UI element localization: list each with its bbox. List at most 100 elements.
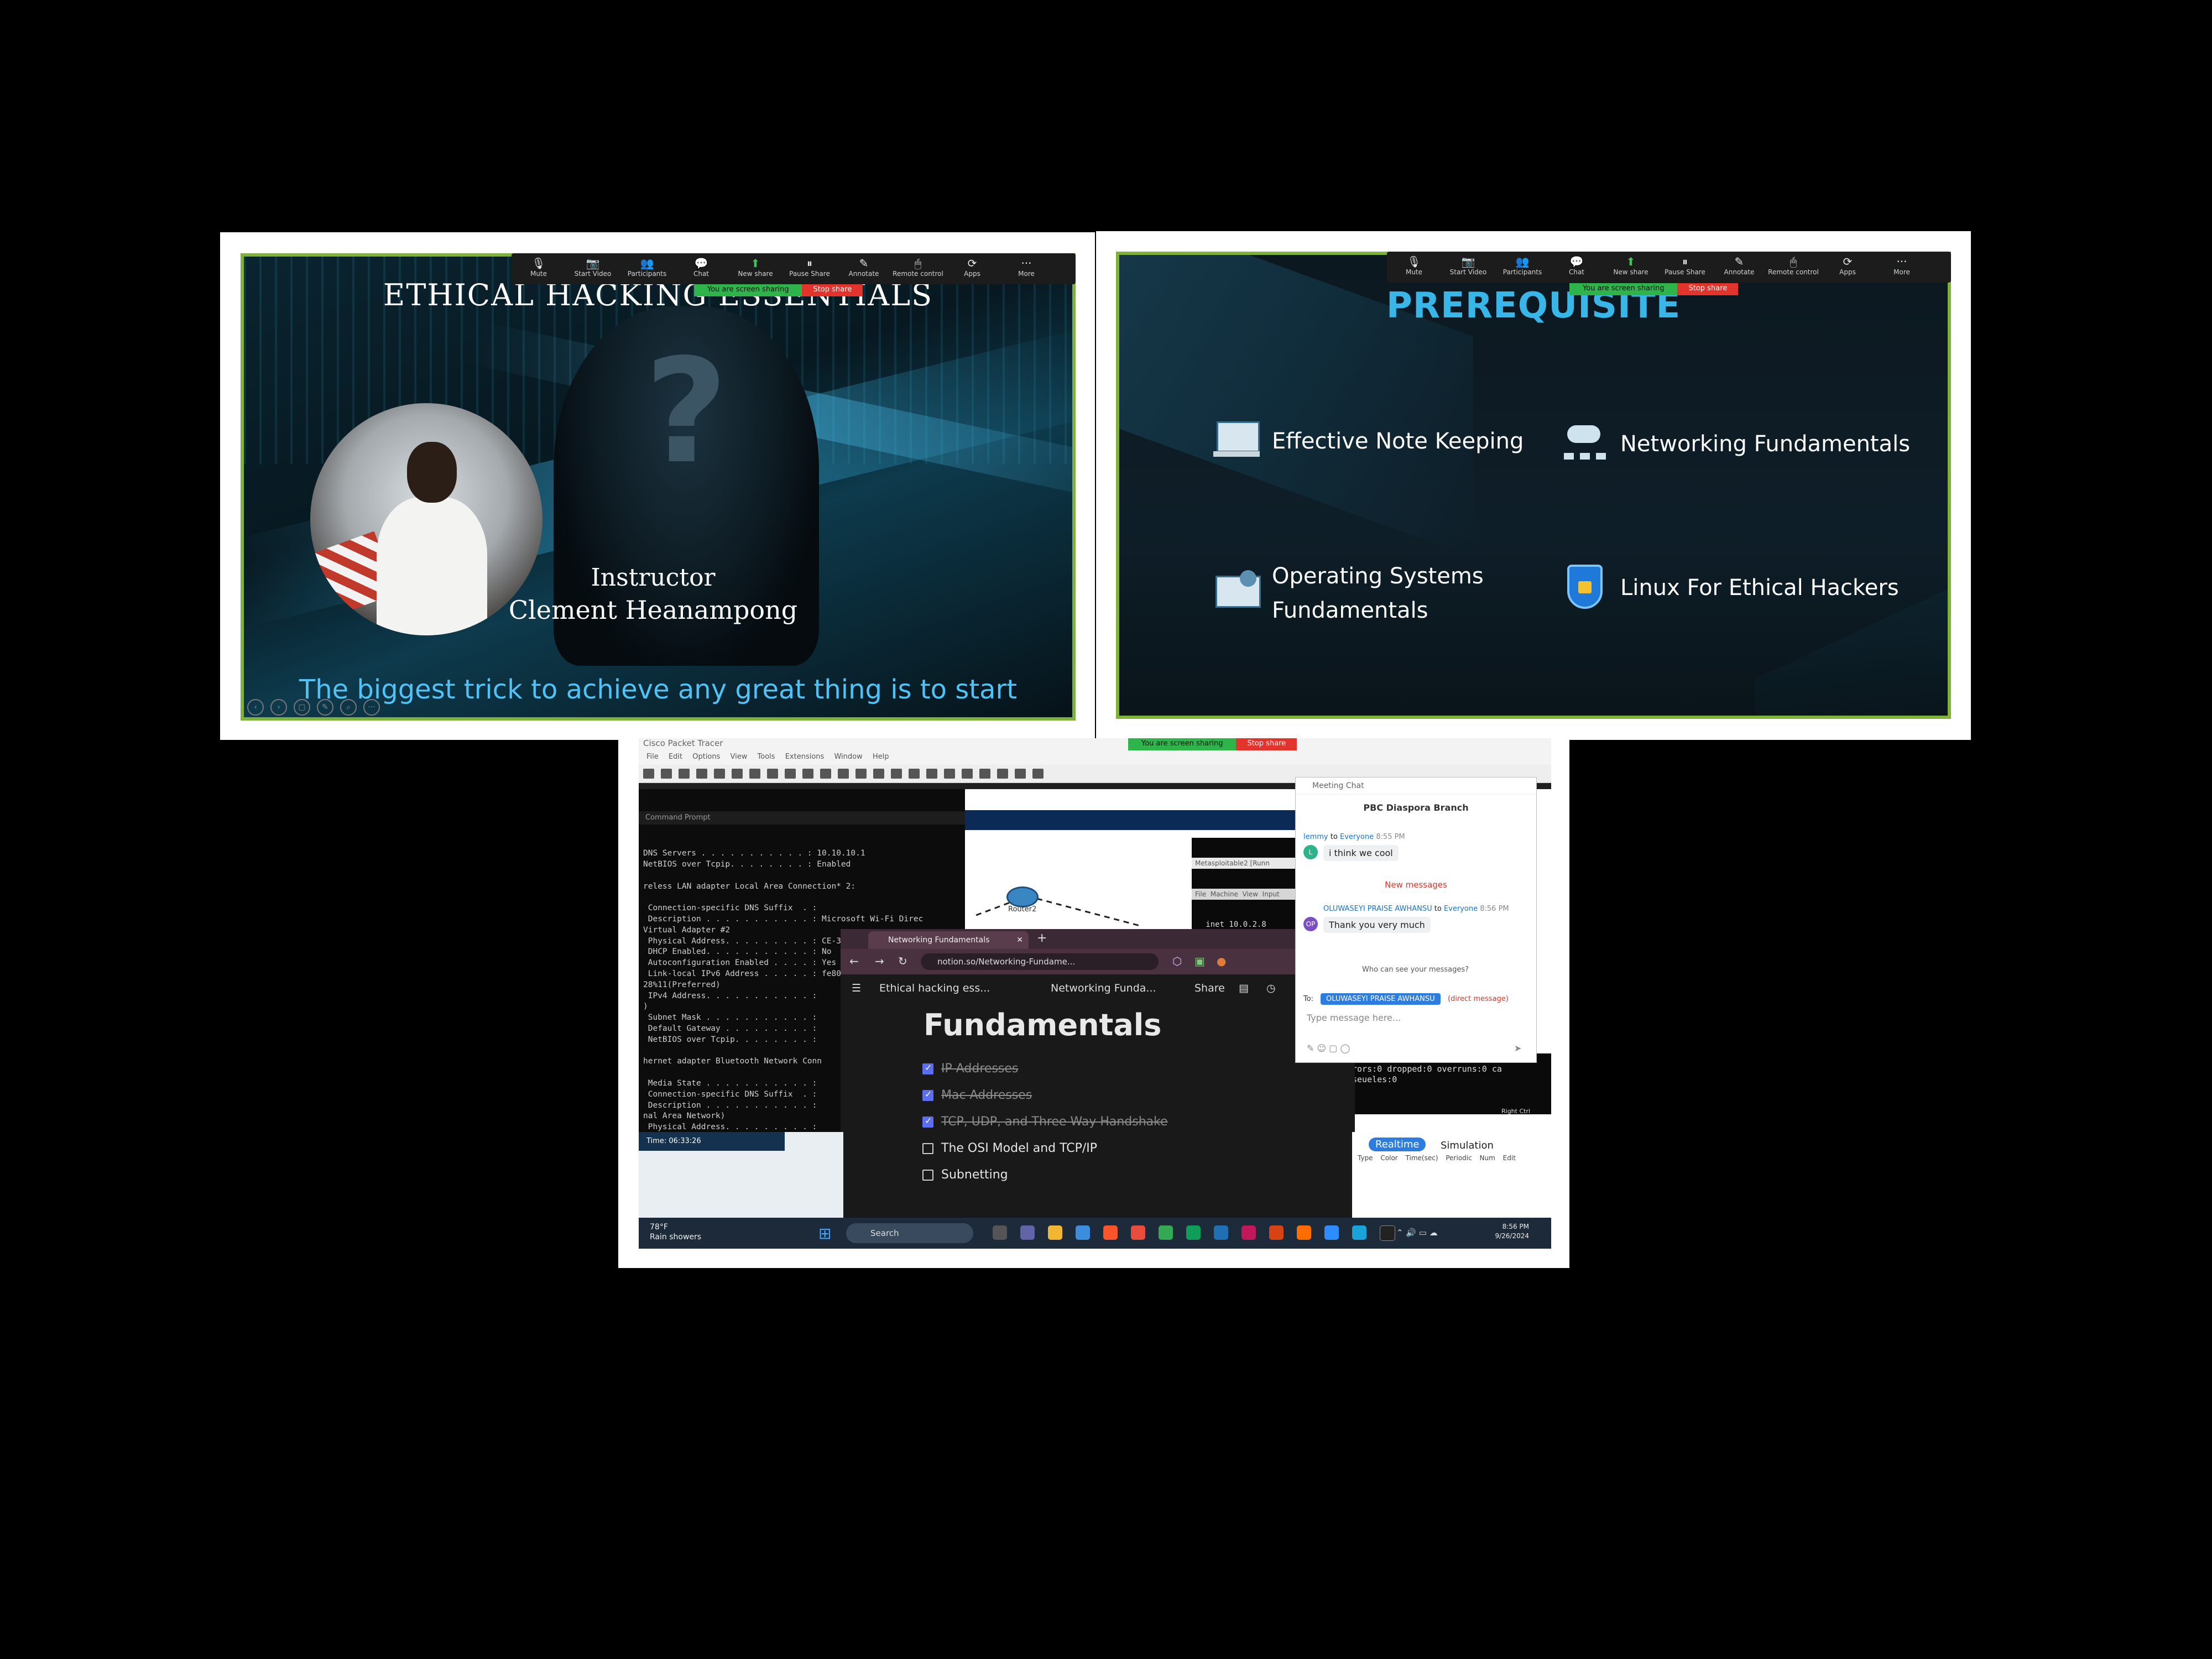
store-icon[interactable]: [1076, 1225, 1090, 1240]
participants-button[interactable]: 👥 Participants: [620, 253, 674, 284]
apps-button[interactable]: ⟳ Apps: [1820, 252, 1875, 283]
zoom-icon[interactable]: [1324, 1225, 1339, 1240]
chat-button[interactable]: 💬 Chat: [674, 253, 728, 284]
pen-icon[interactable]: ✎: [317, 699, 333, 716]
remote-control-button[interactable]: 🖱 Remote control: [891, 253, 945, 284]
tab-networking-fundamentals[interactable]: Networking Fundamentals ✕: [868, 931, 1029, 949]
router-device[interactable]: [1006, 886, 1039, 907]
tool-icon[interactable]: [962, 769, 973, 779]
menu-extensions[interactable]: Extensions: [785, 753, 825, 761]
taskview-icon[interactable]: [993, 1225, 1007, 1240]
share-button[interactable]: Share: [1194, 982, 1225, 994]
menu-icon[interactable]: ☰: [852, 982, 861, 994]
app-icon[interactable]: [1352, 1225, 1366, 1240]
send-icon[interactable]: ➤: [1514, 1043, 1521, 1053]
annotate-button[interactable]: ✎ Annotate: [1712, 252, 1766, 283]
tool-icon[interactable]: [944, 769, 955, 779]
menu-tools[interactable]: Tools: [758, 753, 775, 761]
menu-options[interactable]: Options: [692, 753, 720, 761]
comment-icon[interactable]: ▤: [1239, 982, 1249, 994]
tool-icon[interactable]: [820, 769, 831, 779]
todo-item[interactable]: TCP, UDP, and Three-Way Handshake: [922, 1115, 1168, 1129]
taskbar-search[interactable]: Search: [846, 1223, 973, 1243]
tool-icon[interactable]: [997, 769, 1008, 779]
clock[interactable]: 8:56 PM 9/26/2024: [1495, 1222, 1529, 1241]
back-icon[interactable]: ←: [849, 954, 859, 968]
apps-button[interactable]: ⟳ Apps: [945, 253, 999, 284]
realtime-button[interactable]: Realtime: [1369, 1138, 1426, 1151]
clock-icon[interactable]: ◷: [1266, 982, 1276, 994]
todo-item[interactable]: IP Addresses: [922, 1062, 1018, 1076]
menu-edit[interactable]: Edit: [669, 753, 682, 761]
pause-share-button[interactable]: ⏸ Pause Share: [782, 253, 837, 284]
tool-icon[interactable]: [749, 769, 760, 779]
checkbox-unchecked[interactable]: [922, 1169, 933, 1181]
forward-icon[interactable]: →: [875, 954, 884, 968]
tool-icon[interactable]: [891, 769, 902, 779]
stop-share-button[interactable]: Stop share: [1677, 283, 1739, 295]
more-button[interactable]: ··· More: [1875, 252, 1929, 283]
tool-icon[interactable]: [643, 769, 654, 779]
pause-share-button[interactable]: ⏸ Pause Share: [1658, 252, 1712, 283]
todo-item[interactable]: Subnetting: [922, 1168, 1008, 1182]
stop-share-button[interactable]: Stop share: [802, 284, 863, 296]
tool-icon[interactable]: [1015, 769, 1026, 779]
app-icon[interactable]: [1297, 1225, 1311, 1240]
extension-icon[interactable]: ▣: [1194, 954, 1205, 968]
simulation-button[interactable]: Simulation: [1441, 1140, 1494, 1151]
menu-window[interactable]: Window: [834, 753, 862, 761]
mute-button[interactable]: 🎙 Mute: [512, 253, 566, 284]
prev-slide-icon[interactable]: ‹: [247, 699, 264, 716]
new-tab-icon[interactable]: +: [1037, 931, 1047, 945]
tool-icon[interactable]: [732, 769, 743, 779]
breadcrumb-1[interactable]: Ethical hacking ess...: [879, 982, 990, 994]
terminal-icon[interactable]: [1380, 1225, 1395, 1241]
tool-icon[interactable]: [1032, 769, 1044, 779]
folder-icon[interactable]: [1048, 1225, 1062, 1240]
chrome-icon[interactable]: [1159, 1225, 1173, 1240]
tool-icon[interactable]: [838, 769, 849, 779]
todo-item[interactable]: The OSI Model and TCP/IP: [922, 1141, 1097, 1155]
pen-icon[interactable]: ▢: [294, 699, 310, 716]
menu-file[interactable]: File: [646, 753, 659, 761]
checkbox-unchecked[interactable]: [922, 1142, 933, 1154]
tool-icon[interactable]: [785, 769, 796, 779]
tool-icon[interactable]: [855, 769, 867, 779]
menu-view[interactable]: View: [731, 753, 748, 761]
new-share-button[interactable]: ⬆ New share: [1604, 252, 1658, 283]
tool-icon[interactable]: [873, 769, 884, 779]
checkbox-checked[interactable]: [922, 1062, 933, 1074]
annotate-button[interactable]: ✎ Annotate: [837, 253, 891, 284]
todo-item[interactable]: Mac Addresses: [922, 1088, 1032, 1102]
tool-icon[interactable]: [714, 769, 725, 779]
start-video-button[interactable]: 📷 Start Video: [1441, 252, 1495, 283]
app-icon[interactable]: [1214, 1225, 1228, 1240]
participants-button[interactable]: 👥 Participants: [1495, 252, 1550, 283]
chat-button[interactable]: 💬 Chat: [1550, 252, 1604, 283]
remote-control-button[interactable]: 🖱 Remote control: [1766, 252, 1820, 283]
tool-icon[interactable]: [696, 769, 707, 779]
extension-icon[interactable]: ⬡: [1172, 954, 1182, 968]
tool-icon[interactable]: [909, 769, 920, 779]
windows-start-icon[interactable]: ⊞: [818, 1224, 831, 1243]
more-button[interactable]: ··· More: [999, 253, 1053, 284]
tool-icon[interactable]: [926, 769, 937, 779]
next-slide-icon[interactable]: ›: [270, 699, 287, 716]
system-tray-icons[interactable]: ⌃ 🔊 ▭ ☁: [1396, 1228, 1438, 1238]
more-icon[interactable]: ···: [363, 699, 380, 716]
tool-icon[interactable]: [802, 769, 813, 779]
close-tab-icon[interactable]: ✕: [1016, 931, 1023, 949]
tool-icon[interactable]: [679, 769, 690, 779]
stop-share-button[interactable]: Stop share: [1236, 738, 1297, 750]
checkbox-checked[interactable]: [922, 1115, 933, 1128]
who-can-see-link[interactable]: Who can see your messages?: [1362, 966, 1469, 974]
brave-icon[interactable]: [1103, 1225, 1118, 1240]
tool-icon[interactable]: [661, 769, 672, 779]
menu-help[interactable]: Help: [873, 753, 889, 761]
recipient-select[interactable]: OLUWASEYI PRAISE AWHANSU: [1321, 993, 1441, 1005]
edge-icon[interactable]: [1186, 1225, 1201, 1240]
tool-icon[interactable]: [979, 769, 990, 779]
start-video-button[interactable]: 📷 Start Video: [566, 253, 620, 284]
zoom-icon[interactable]: ⌕: [340, 699, 357, 716]
new-share-button[interactable]: ⬆ New share: [728, 253, 782, 284]
